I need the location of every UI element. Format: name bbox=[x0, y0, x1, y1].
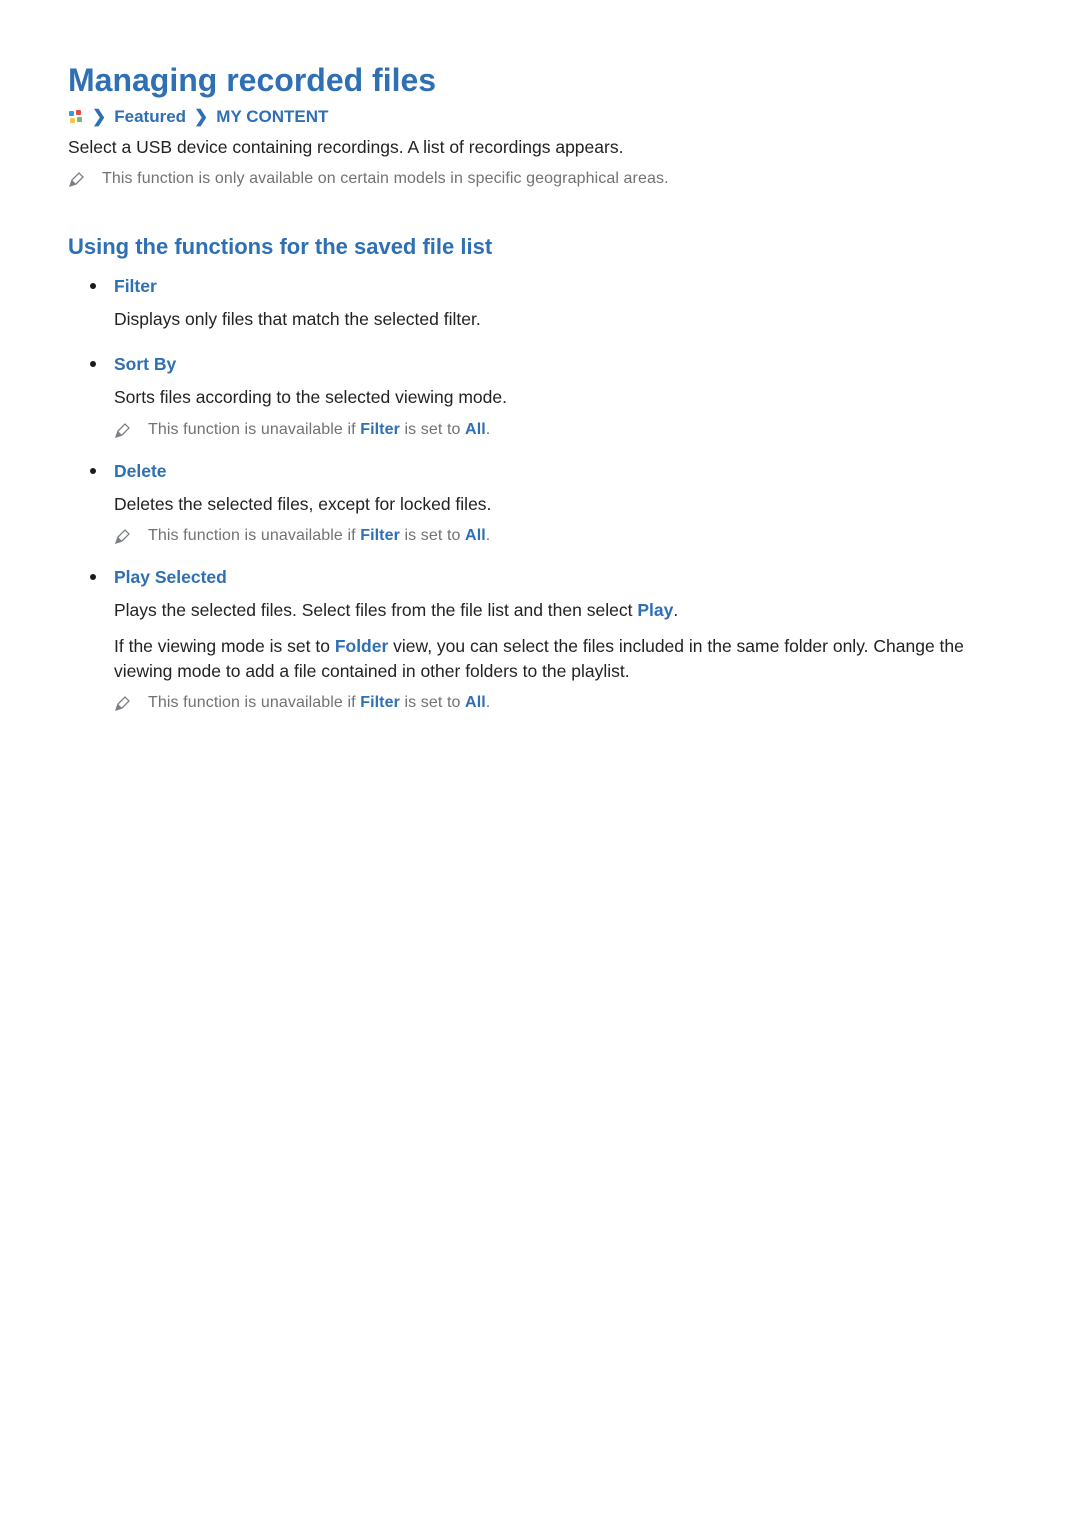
keyword-filter: Filter bbox=[360, 527, 400, 544]
function-name: Play Selected bbox=[114, 567, 227, 588]
keyword-filter: Filter bbox=[360, 421, 400, 438]
function-note: This function is unavailable if Filter i… bbox=[114, 527, 1012, 545]
function-note-text: This function is unavailable if Filter i… bbox=[148, 694, 490, 712]
smarthub-icon bbox=[68, 109, 84, 125]
section-subheading: Using the functions for the saved file l… bbox=[68, 234, 1012, 260]
chevron-right-icon: ❯ bbox=[194, 107, 208, 127]
function-note: This function is unavailable if Filter i… bbox=[114, 421, 1012, 439]
keyword-all: All bbox=[465, 421, 486, 438]
breadcrumb-item-mycontent: MY CONTENT bbox=[216, 107, 328, 127]
function-description: If the viewing mode is set to Folder vie… bbox=[114, 634, 1012, 685]
list-item-delete: Delete Deletes the selected files, excep… bbox=[90, 461, 1012, 545]
list-item-filter: Filter Displays only files that match th… bbox=[90, 276, 1012, 332]
function-note-text: This function is unavailable if Filter i… bbox=[148, 527, 490, 545]
page-title: Managing recorded files bbox=[68, 62, 1012, 99]
breadcrumb-item-featured: Featured bbox=[114, 107, 186, 127]
keyword-all: All bbox=[465, 527, 486, 544]
function-note: This function is unavailable if Filter i… bbox=[114, 694, 1012, 712]
function-description: Sorts files according to the selected vi… bbox=[114, 385, 1012, 410]
function-name: Delete bbox=[114, 461, 167, 482]
breadcrumb: ❯ Featured ❯ MY CONTENT bbox=[68, 107, 1012, 127]
availability-note: This function is only available on certa… bbox=[68, 170, 1012, 188]
chevron-right-icon: ❯ bbox=[92, 107, 106, 127]
function-list: Filter Displays only files that match th… bbox=[68, 276, 1012, 712]
function-description: Displays only files that match the selec… bbox=[114, 307, 1012, 332]
pencil-icon bbox=[68, 172, 84, 188]
keyword-all: All bbox=[465, 694, 486, 711]
keyword-filter: Filter bbox=[360, 694, 400, 711]
function-name: Filter bbox=[114, 276, 157, 297]
list-item-play-selected: Play Selected Plays the selected files. … bbox=[90, 567, 1012, 712]
function-note-text: This function is unavailable if Filter i… bbox=[148, 421, 490, 439]
pencil-icon bbox=[114, 423, 130, 439]
pencil-icon bbox=[114, 696, 130, 712]
list-item-sortby: Sort By Sorts files according to the sel… bbox=[90, 354, 1012, 438]
pencil-icon bbox=[114, 529, 130, 545]
keyword-folder: Folder bbox=[335, 636, 388, 656]
keyword-play: Play bbox=[637, 600, 673, 620]
availability-note-text: This function is only available on certa… bbox=[102, 170, 669, 188]
function-name: Sort By bbox=[114, 354, 176, 375]
function-description: Deletes the selected files, except for l… bbox=[114, 492, 1012, 517]
intro-text: Select a USB device containing recording… bbox=[68, 137, 1012, 158]
document-page: Managing recorded files ❯ Featured ❯ MY … bbox=[0, 0, 1080, 712]
function-description: Plays the selected files. Select files f… bbox=[114, 598, 1012, 623]
